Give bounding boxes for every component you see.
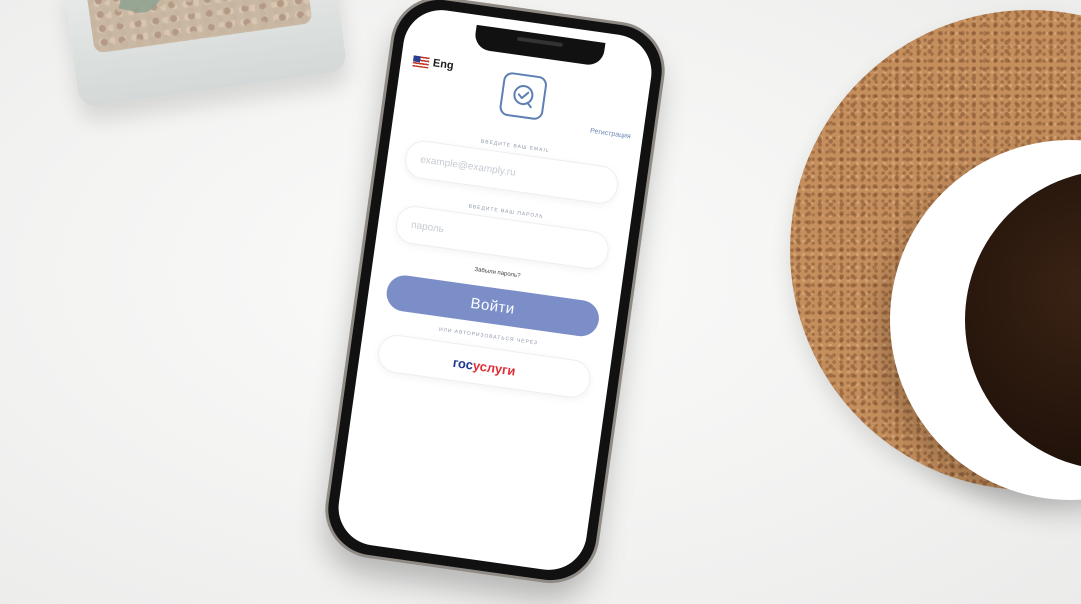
email-field[interactable] <box>404 139 620 205</box>
us-flag-icon <box>412 54 430 69</box>
language-label: Eng <box>432 57 455 72</box>
app-logo-icon <box>498 71 549 121</box>
phone-notch <box>473 24 606 67</box>
phone-device: Eng Регистрация ВВЕДИТЕ ВАШ EMAIL ВВЕДИТ… <box>322 0 668 587</box>
gosuslugi-logo-part2: услуги <box>472 357 517 379</box>
phone-screen: Eng Регистрация ВВЕДИТЕ ВАШ EMAIL ВВЕДИТ… <box>333 5 657 575</box>
gosuslugi-logo-part1: гос <box>451 354 475 373</box>
desk-scene: Eng Регистрация ВВЕДИТЕ ВАШ EMAIL ВВЕДИТ… <box>0 0 1081 604</box>
register-link[interactable]: Регистрация <box>590 128 631 141</box>
language-switcher[interactable]: Eng <box>412 54 454 72</box>
plant-pot-image <box>62 0 348 109</box>
